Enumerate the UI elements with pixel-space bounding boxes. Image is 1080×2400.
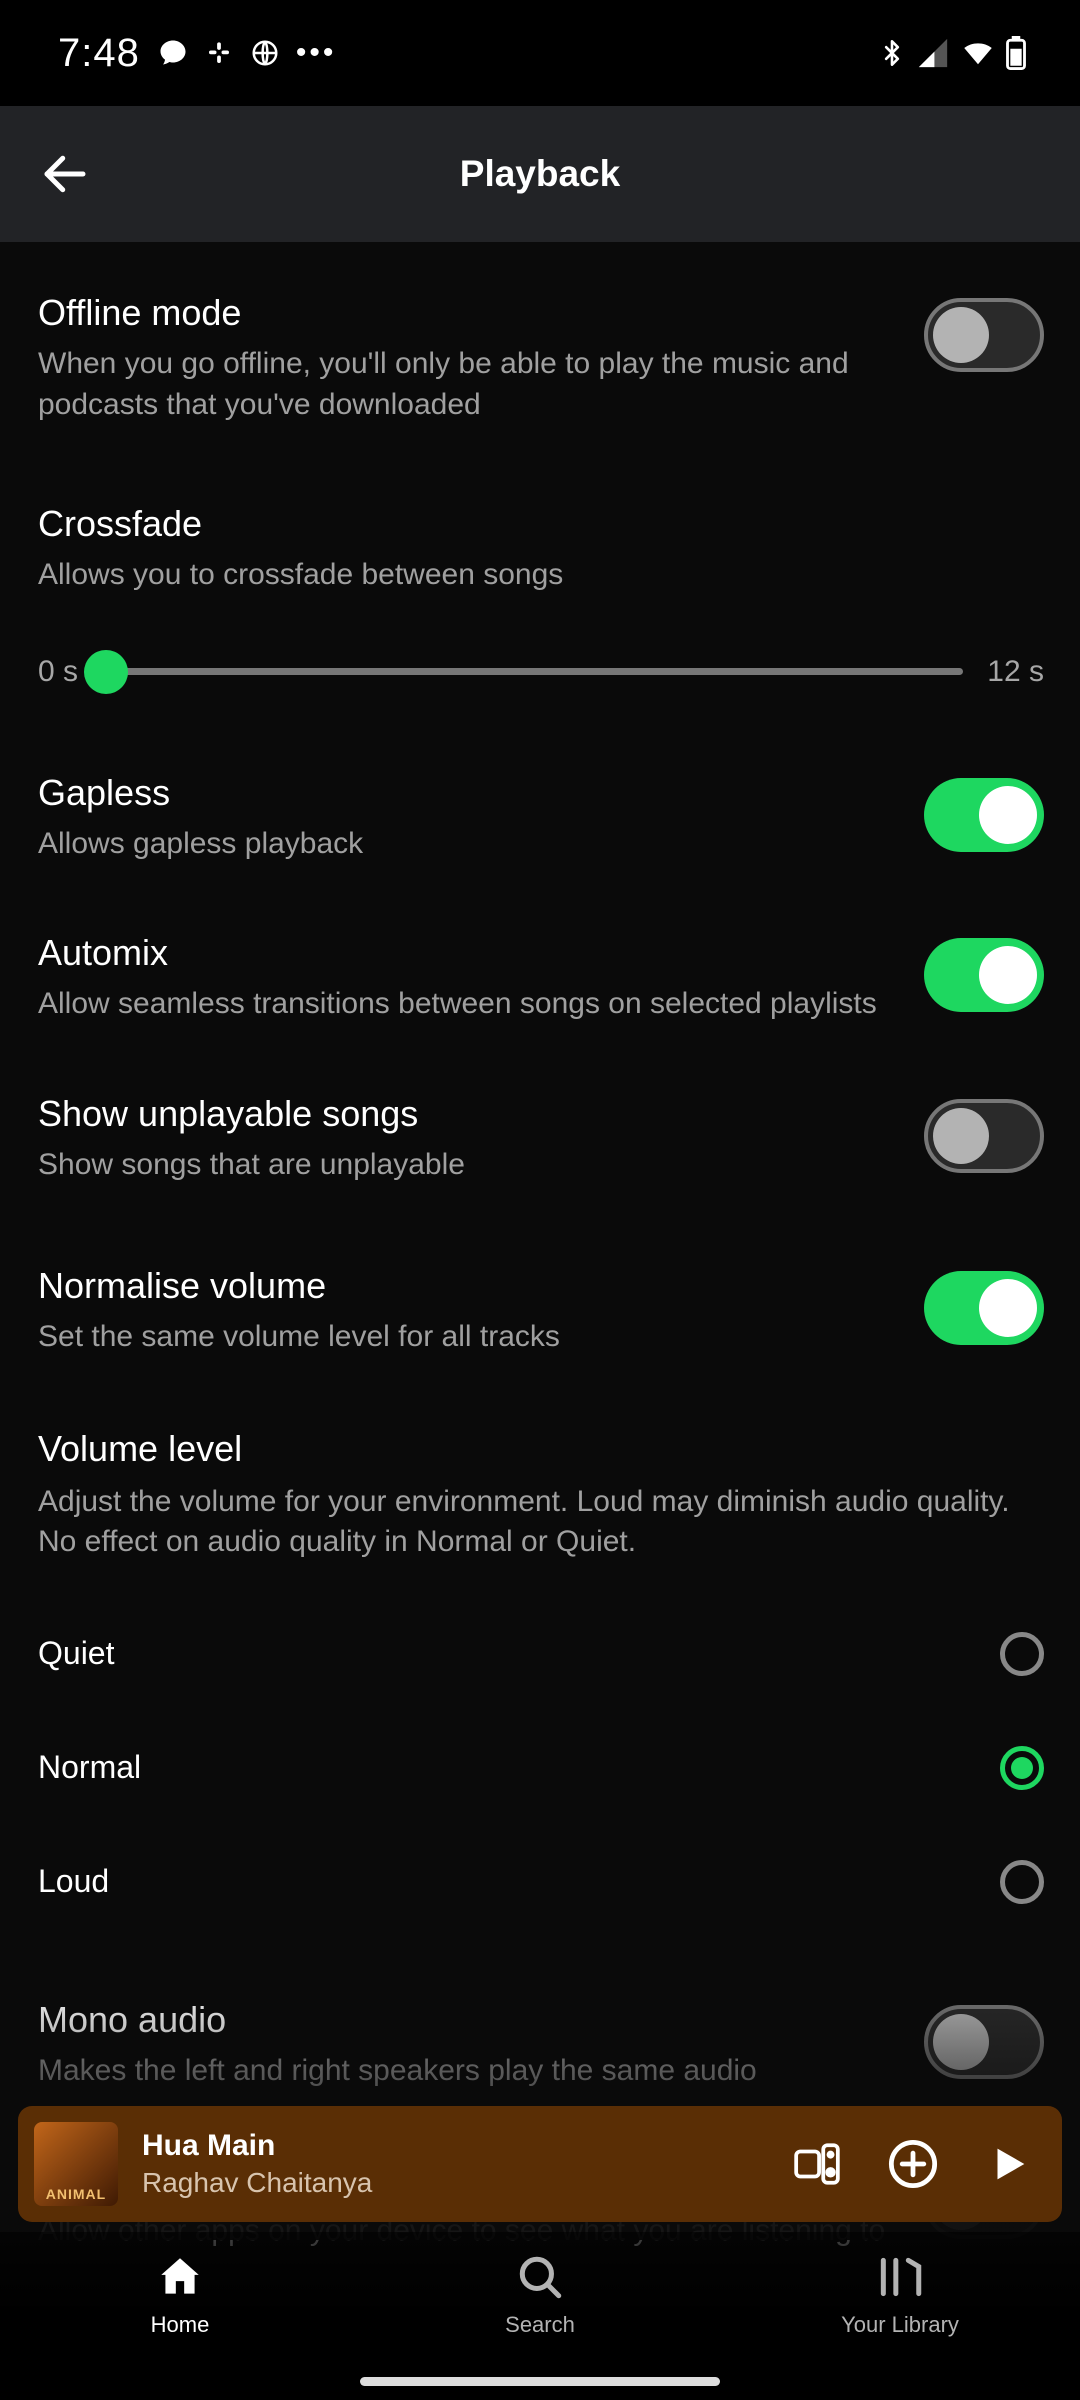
setting-title: Mono audio	[38, 1999, 896, 2041]
setting-title: Crossfade	[38, 503, 1044, 545]
slider-thumb[interactable]	[84, 650, 128, 694]
show-unplayable-toggle[interactable]	[924, 1099, 1044, 1173]
section-title: Volume level	[38, 1428, 1044, 1470]
search-icon	[513, 2250, 567, 2304]
play-icon	[986, 2141, 1032, 2187]
status-time: 7:48	[58, 31, 140, 76]
home-icon	[153, 2250, 207, 2304]
section-sub: Adjust the volume for your environment. …	[38, 1482, 1044, 1563]
setting-sub: Makes the left and right speakers play t…	[38, 2051, 896, 2092]
setting-gapless[interactable]: Gapless Allows gapless playback	[38, 772, 1044, 865]
volume-option-normal[interactable]: Normal	[38, 1711, 1044, 1825]
setting-sub: Allows you to crossfade between songs	[38, 555, 1044, 596]
nav-label: Your Library	[841, 2312, 959, 2338]
album-art: ANIMAL	[34, 2122, 118, 2206]
gapless-toggle[interactable]	[924, 778, 1044, 852]
volume-option-loud[interactable]: Loud	[38, 1825, 1044, 1939]
slack-icon	[204, 38, 234, 68]
status-system-icons	[878, 35, 1026, 71]
add-to-playlist-button[interactable]	[886, 2137, 940, 2191]
status-bar: 7:48 •••	[0, 0, 1080, 106]
cell-signal-icon	[916, 36, 950, 70]
setting-title: Offline mode	[38, 292, 896, 334]
setting-show-unplayable[interactable]: Show unplayable songs Show songs that ar…	[38, 1093, 1044, 1186]
setting-normalise-volume[interactable]: Normalise volume Set the same volume lev…	[38, 1265, 1044, 1358]
radio-button[interactable]	[1000, 1860, 1044, 1904]
radio-button[interactable]	[1000, 1746, 1044, 1790]
now-playing-text: Hua Main Raghav Chaitanya	[142, 2129, 766, 2199]
library-icon	[873, 2250, 927, 2304]
devices-icon	[792, 2139, 842, 2189]
battery-icon	[1006, 36, 1026, 70]
crossfade-slider-row: 0 s 12 s	[38, 652, 1044, 692]
nav-home[interactable]: Home	[80, 2250, 280, 2338]
track-title: Hua Main	[142, 2129, 766, 2163]
plus-circle-icon	[887, 2138, 939, 2190]
setting-title: Normalise volume	[38, 1265, 896, 1307]
setting-sub: Set the same volume level for all tracks	[38, 1317, 896, 1358]
setting-offline-mode[interactable]: Offline mode When you go offline, you'll…	[38, 292, 1044, 425]
automix-toggle[interactable]	[924, 938, 1044, 1012]
nav-search[interactable]: Search	[440, 2250, 640, 2338]
setting-sub: Allow seamless transitions between songs…	[38, 984, 896, 1025]
slider-max-label: 12 s	[987, 655, 1044, 689]
track-artist: Raghav Chaitanya	[142, 2167, 766, 2199]
page-title: Playback	[0, 153, 1080, 195]
setting-volume-level-header: Volume level Adjust the volume for your …	[38, 1428, 1044, 1563]
status-notification-icons: •••	[158, 38, 337, 68]
nav-label: Search	[505, 2312, 575, 2338]
slider-min-label: 0 s	[38, 655, 78, 689]
setting-title: Gapless	[38, 772, 896, 814]
wifi-icon	[960, 38, 996, 68]
mono-toggle[interactable]	[924, 2005, 1044, 2079]
chat-bubble-icon	[158, 38, 188, 68]
setting-automix[interactable]: Automix Allow seamless transitions betwe…	[38, 932, 1044, 1025]
normalise-toggle[interactable]	[924, 1271, 1044, 1345]
setting-crossfade: Crossfade Allows you to crossfade betwee…	[38, 503, 1044, 692]
setting-title: Show unplayable songs	[38, 1093, 896, 1135]
gesture-bar	[360, 2377, 720, 2386]
header-bar: Playback	[0, 106, 1080, 242]
bottom-nav: Home Search Your Library	[0, 2232, 1080, 2400]
connect-devices-button[interactable]	[790, 2137, 844, 2191]
more-dots-icon: •••	[296, 38, 337, 68]
crossfade-slider[interactable]	[102, 652, 963, 692]
setting-title: Automix	[38, 932, 896, 974]
nav-label: Home	[151, 2312, 210, 2338]
radio-label: Quiet	[38, 1635, 114, 1672]
volume-option-quiet[interactable]: Quiet	[38, 1597, 1044, 1711]
setting-sub: Allows gapless playback	[38, 824, 896, 865]
arrow-left-icon	[38, 147, 92, 201]
radio-button[interactable]	[1000, 1632, 1044, 1676]
status-left: 7:48 •••	[58, 31, 336, 76]
setting-sub: Show songs that are unplayable	[38, 1145, 896, 1186]
play-button[interactable]	[982, 2137, 1036, 2191]
setting-sub: When you go offline, you'll only be able…	[38, 344, 896, 425]
radio-label: Loud	[38, 1863, 109, 1900]
settings-content: Offline mode When you go offline, you'll…	[0, 242, 1080, 2400]
radio-label: Normal	[38, 1749, 141, 1786]
globe-icon	[250, 38, 280, 68]
setting-mono-audio[interactable]: Mono audio Makes the left and right spea…	[38, 1999, 1044, 2092]
back-button[interactable]	[20, 129, 110, 219]
offline-toggle[interactable]	[924, 298, 1044, 372]
now-playing-bar[interactable]: ANIMAL Hua Main Raghav Chaitanya	[18, 2106, 1062, 2222]
bluetooth-icon	[878, 35, 906, 71]
nav-library[interactable]: Your Library	[800, 2250, 1000, 2338]
